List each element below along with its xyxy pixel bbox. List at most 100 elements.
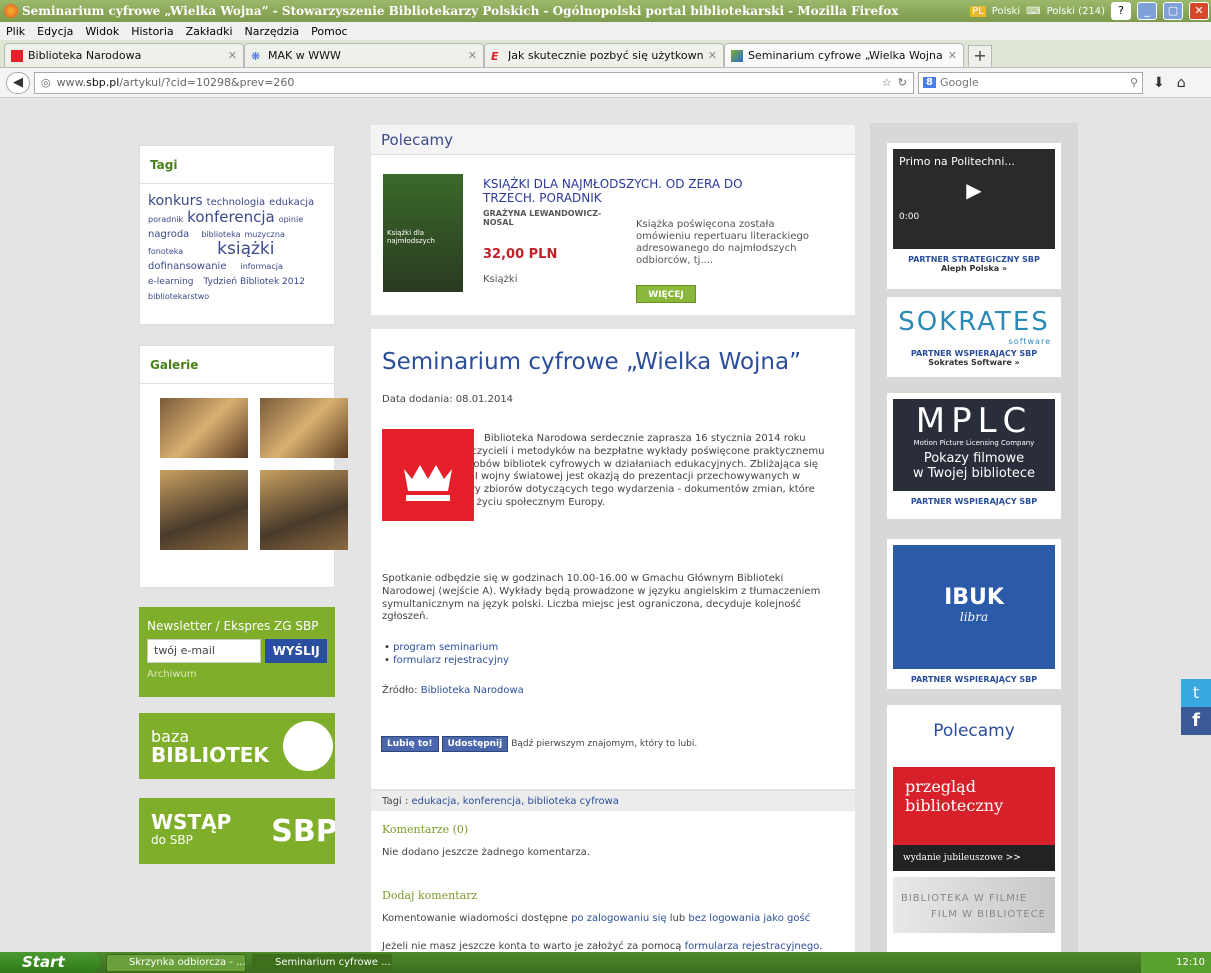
tab-jak-skutecznie[interactable]: EJak skutecznie pozbyć się użytkowników?… <box>484 43 724 67</box>
ibuk-banner[interactable]: IBUK libra <box>893 545 1055 669</box>
taskbar-item-mail[interactable]: Skrzynka odbiorcza - ... <box>106 953 246 972</box>
sokrates-logo[interactable]: SOKRATES software <box>887 297 1061 349</box>
book-title[interactable]: Książki dla najmłodszych. Od zera do trz… <box>483 177 793 205</box>
more-button[interactable]: WIĘCEJ <box>636 285 696 303</box>
supporting-label: PARTNER WSPIERAJĄCY SBP <box>910 349 1038 358</box>
help-icon[interactable]: ? <box>1111 2 1131 20</box>
tag[interactable]: dofinansowanie <box>148 261 226 272</box>
baza-bibliotek-banner[interactable]: baza BIBLIOTEK <box>139 713 335 779</box>
like-button[interactable]: Lubię to! <box>381 736 439 752</box>
partner-polecamy: Polecamy przegląd biblioteczny wydanie jub… <box>887 705 1061 952</box>
tag[interactable]: nagroda <box>148 229 189 240</box>
play-icon[interactable]: ▶ <box>899 178 1049 202</box>
search-box[interactable]: 8 Google ⚲ <box>918 71 1143 94</box>
minimize-button[interactable]: _ <box>1137 2 1157 20</box>
article-tags-links[interactable]: edukacja, konferencja, biblioteka cyfrow… <box>411 796 618 807</box>
maximize-button[interactable]: ▢ <box>1163 2 1183 20</box>
menu-tools[interactable]: Narzędzia <box>245 25 300 38</box>
download-icon[interactable]: ⬇ <box>1153 75 1165 91</box>
tag[interactable]: fonoteka <box>148 247 183 256</box>
reload-icon[interactable]: ↻ <box>898 76 907 89</box>
biblioteka-w-filmie-banner[interactable]: BIBLIOTEKA W FILMIE FILM W BIBLIOTECE <box>893 877 1055 933</box>
share-button[interactable]: Udostępnij <box>441 736 509 752</box>
home-icon[interactable]: ⌂ <box>1177 75 1186 91</box>
new-tab-button[interactable]: + <box>968 45 992 67</box>
keyboard-layout[interactable]: Polski (214) <box>1047 6 1105 17</box>
book-price: 32,00 PLN <box>483 247 558 262</box>
add-comment-title: Dodaj komentarz <box>382 889 478 902</box>
menu-bookmarks[interactable]: Zakładki <box>186 25 233 38</box>
firefox-icon <box>4 4 18 18</box>
back-button[interactable]: ◀ <box>6 71 30 94</box>
twitter-icon[interactable]: t <box>1181 679 1211 707</box>
search-icon[interactable]: ⚲ <box>1130 76 1138 89</box>
article-date: Data dodania: 08.01.2014 <box>382 394 514 405</box>
tag[interactable]: muzyczna <box>244 230 284 239</box>
tab-close-icon[interactable]: ✕ <box>948 49 957 62</box>
gallery-photo[interactable] <box>260 398 348 458</box>
tab-close-icon[interactable]: ✕ <box>708 49 717 62</box>
tab-biblioteka-narodowa[interactable]: Biblioteka Narodowa ✕ <box>4 43 244 67</box>
mak-favicon: ❋ <box>251 49 261 63</box>
menu-view[interactable]: Widok <box>85 25 119 38</box>
register-link[interactable]: formularza rejestracyjnego. <box>685 941 823 952</box>
sbp-logo: SBP <box>271 813 335 849</box>
book-description: Książka poświęcona została omówieniu rep… <box>636 219 809 266</box>
tab-seminarium[interactable]: Seminarium cyfrowe „Wielka Wojna” - Sto.… <box>724 43 964 67</box>
registration-link[interactable]: formularz rejestracyjny <box>393 655 509 666</box>
page-content: Tagi konkurs technologia edukacja poradnik… <box>0 99 1211 952</box>
tag[interactable]: konferencja <box>187 208 275 226</box>
aleph-link[interactable]: Aleph Polska » <box>887 264 1061 273</box>
tag[interactable]: konkurs <box>148 193 203 209</box>
tag[interactable]: Tydzień Bibliotek 2012 <box>204 277 305 287</box>
tab-close-icon[interactable]: ✕ <box>468 49 477 62</box>
wstap-banner[interactable]: WSTĄP do SBP SBP <box>139 798 335 864</box>
taskbar-item-firefox[interactable]: Seminarium cyfrowe ... <box>252 953 392 972</box>
lang-label[interactable]: Polski <box>992 6 1020 17</box>
url-bar[interactable]: ◎ www.sbp.pl/artykul/?cid=10298&prev=260… <box>34 71 914 94</box>
close-button[interactable]: ✕ <box>1189 2 1209 20</box>
tab-mak[interactable]: ❋ MAK w WWW ✕ <box>244 43 484 67</box>
lang-code[interactable]: PL <box>970 5 986 17</box>
gallery-photo[interactable] <box>160 398 248 458</box>
book-cover[interactable]: Książki dla najmłodszych <box>383 174 463 292</box>
tag[interactable]: książki <box>217 239 274 259</box>
archive-link[interactable]: Archiwum <box>139 663 335 686</box>
bookmark-star-icon[interactable]: ☆ <box>882 76 892 89</box>
login-link[interactable]: po zalogowaniu się <box>571 913 666 924</box>
tag[interactable]: bibliotekarstwo <box>148 292 209 301</box>
tag[interactable]: informacja <box>240 262 282 271</box>
fb-text: Bądź pierwszym znajomym, który to lubi. <box>511 739 698 749</box>
email-field[interactable]: twój e-mail <box>147 639 262 663</box>
mplc-banner[interactable]: MPLC Motion Picture Licensing Company Poka… <box>893 399 1055 491</box>
tag[interactable]: biblioteka <box>201 230 240 239</box>
przeglad-banner[interactable]: przegląd biblioteczny wydanie jubileuszowe… <box>893 767 1055 871</box>
article-title: Seminarium cyfrowe „Wielka Wojna” <box>382 349 802 375</box>
menu-file[interactable]: Plik <box>6 25 25 38</box>
url-text[interactable]: www.sbp.pl/artykul/?cid=10298&prev=260 <box>57 76 876 89</box>
gallery-photo[interactable] <box>160 470 248 550</box>
facebook-icon[interactable]: f <box>1181 707 1211 735</box>
tag[interactable]: edukacja <box>269 197 314 208</box>
tag[interactable]: opinie <box>279 215 303 224</box>
send-button[interactable]: WYŚLIJ <box>265 639 327 663</box>
sbp-favicon <box>731 49 743 62</box>
tab-close-icon[interactable]: ✕ <box>228 49 237 62</box>
menu-history[interactable]: Historia <box>131 25 173 38</box>
sokrates-link[interactable]: Sokrates Software » <box>887 358 1061 367</box>
menu-edit[interactable]: Edycja <box>37 25 73 38</box>
partner-video: Primo na Politechni... ▶ 0:00 PARTNER STRA… <box>887 143 1061 289</box>
tag[interactable]: e-learning <box>148 277 194 287</box>
social-buttons: t f <box>1181 679 1211 735</box>
gallery-photo[interactable] <box>260 470 348 550</box>
program-link[interactable]: program seminarium <box>393 642 498 653</box>
source-link[interactable]: Biblioteka Narodowa <box>421 685 524 696</box>
tag[interactable]: poradnik <box>148 215 183 224</box>
google-icon: 8 <box>923 77 936 88</box>
video-player[interactable]: Primo na Politechni... ▶ 0:00 <box>893 149 1055 249</box>
start-button[interactable]: Start <box>0 952 100 973</box>
galleries-title: Galerie <box>140 346 334 384</box>
tag[interactable]: technologia <box>207 197 266 208</box>
menu-help[interactable]: Pomoc <box>311 25 347 38</box>
guest-link[interactable]: bez logowania jako gość <box>688 913 810 924</box>
